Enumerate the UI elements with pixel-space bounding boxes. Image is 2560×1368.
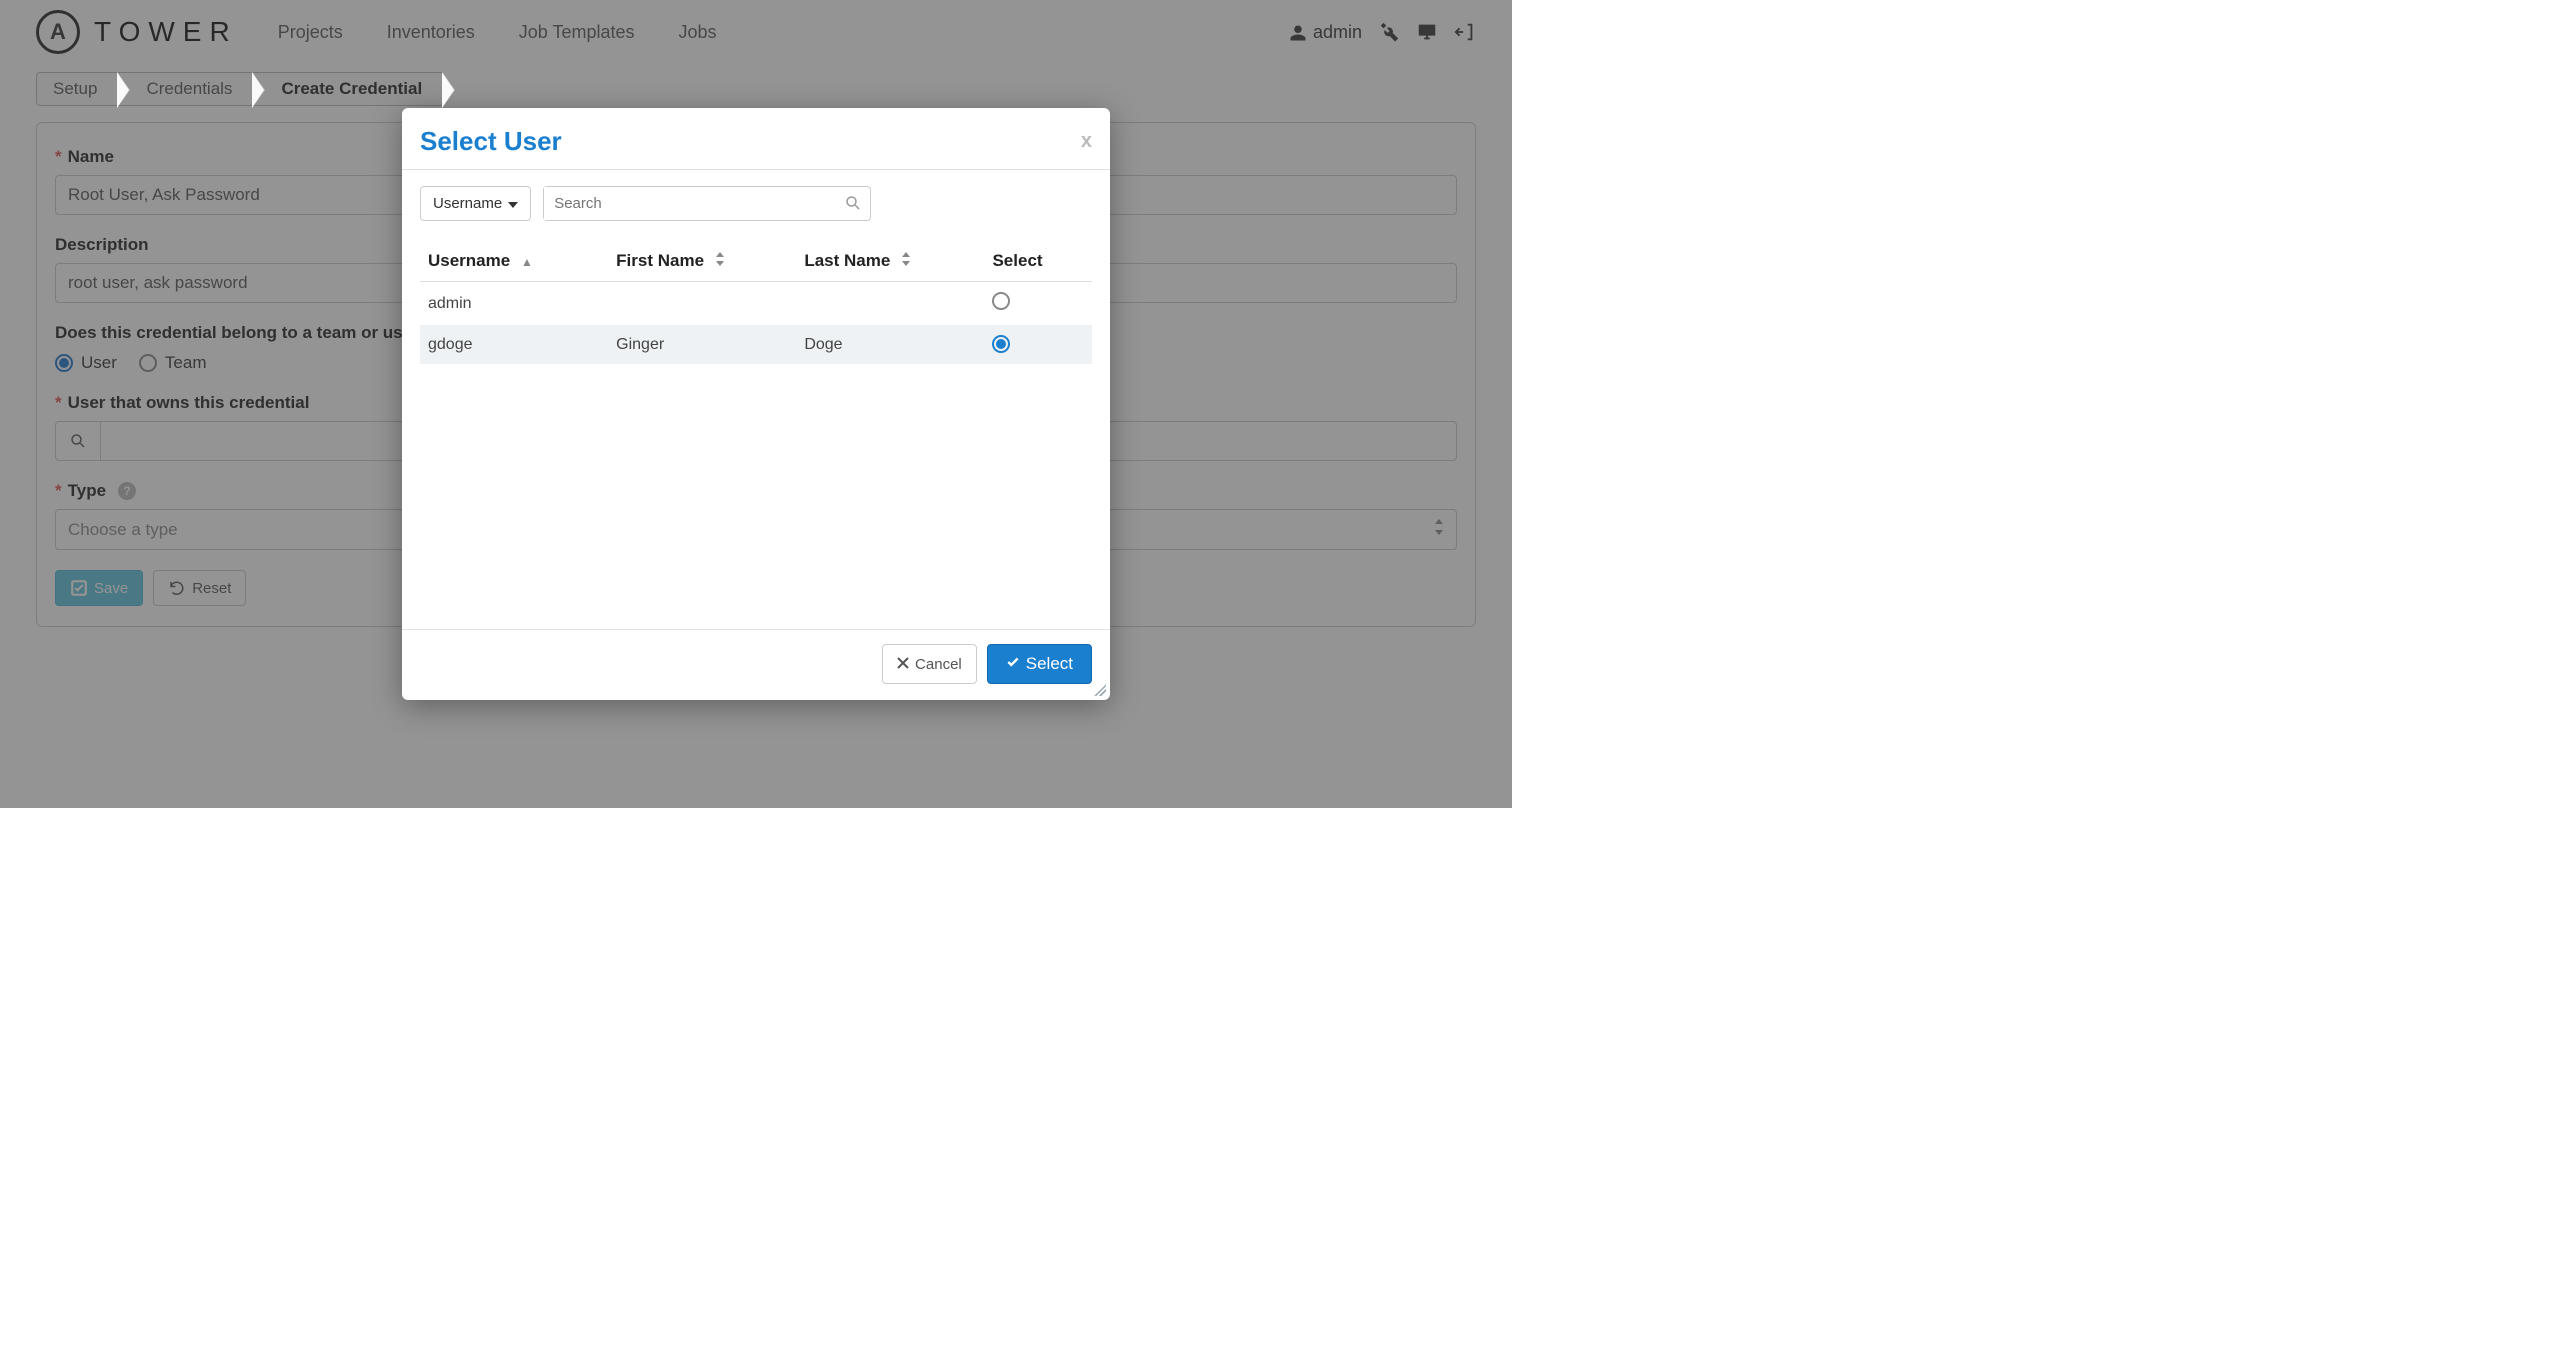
row-select-radio[interactable] bbox=[992, 335, 1010, 353]
caret-down-icon bbox=[508, 195, 518, 212]
search-box bbox=[543, 186, 871, 221]
cell-last: Doge bbox=[796, 325, 984, 364]
select-button-label: Select bbox=[1026, 654, 1073, 674]
close-icon: x bbox=[1081, 130, 1092, 152]
sort-asc-icon: ▲ bbox=[521, 255, 533, 269]
search-filter-dropdown[interactable]: Username bbox=[420, 186, 531, 221]
check-icon bbox=[1006, 654, 1020, 674]
user-table: Username ▲ First Name Last Name bbox=[420, 241, 1092, 364]
sort-icon bbox=[901, 255, 911, 269]
col-last-name[interactable]: Last Name bbox=[796, 241, 984, 282]
search-icon[interactable] bbox=[836, 194, 870, 212]
select-user-modal: Select User x Username bbox=[402, 108, 1110, 700]
cell-username: admin bbox=[420, 282, 608, 326]
modal-title: Select User bbox=[420, 126, 562, 157]
row-select-radio[interactable] bbox=[992, 292, 1010, 310]
table-row[interactable]: admin bbox=[420, 282, 1092, 326]
resize-handle[interactable] bbox=[1094, 684, 1106, 696]
filter-label: Username bbox=[433, 195, 502, 212]
sort-icon bbox=[715, 255, 725, 269]
table-row[interactable]: gdoge Ginger Doge bbox=[420, 325, 1092, 364]
cell-last bbox=[796, 282, 984, 326]
cancel-button-label: Cancel bbox=[915, 656, 962, 673]
col-select: Select bbox=[984, 241, 1092, 282]
col-username[interactable]: Username ▲ bbox=[420, 241, 608, 282]
modal-close-button[interactable]: x bbox=[1081, 130, 1092, 153]
cancel-button[interactable]: Cancel bbox=[882, 644, 977, 684]
col-first-name[interactable]: First Name bbox=[608, 241, 796, 282]
x-icon bbox=[897, 656, 909, 673]
cell-username: gdoge bbox=[420, 325, 608, 364]
cell-first: Ginger bbox=[608, 325, 796, 364]
search-input[interactable] bbox=[544, 187, 836, 220]
cell-first bbox=[608, 282, 796, 326]
select-button[interactable]: Select bbox=[987, 644, 1092, 684]
